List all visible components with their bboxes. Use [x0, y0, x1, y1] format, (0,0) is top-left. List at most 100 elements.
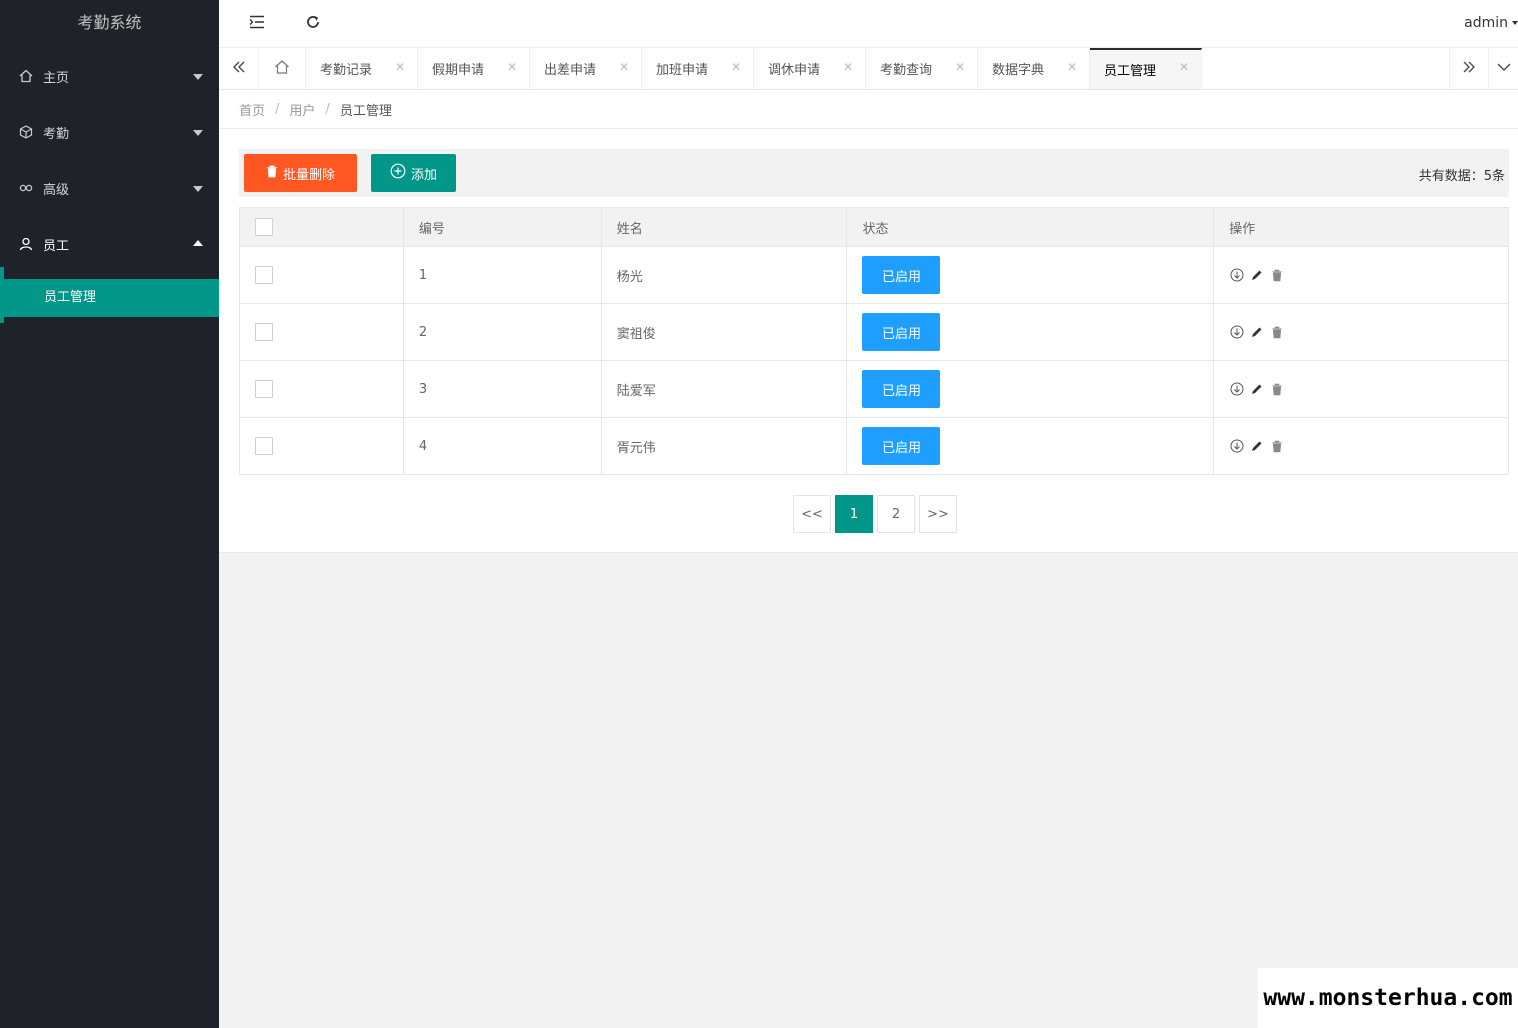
- select-all-checkbox[interactable]: [255, 218, 273, 236]
- download-icon[interactable]: [1229, 325, 1244, 340]
- edit-icon[interactable]: [1249, 325, 1264, 340]
- header-id: 编号: [402, 207, 602, 247]
- close-icon[interactable]: ✕: [1067, 60, 1077, 74]
- close-icon[interactable]: ✕: [395, 60, 405, 74]
- sidebar-item-staff[interactable]: 员工: [0, 216, 219, 272]
- page-button-1[interactable]: 1: [835, 495, 873, 533]
- download-icon[interactable]: [1229, 439, 1244, 454]
- tab-attendance-records[interactable]: 考勤记录 ✕: [306, 48, 418, 89]
- download-icon[interactable]: [1229, 382, 1244, 397]
- tab-comp-leave-request[interactable]: 调休申请 ✕: [754, 48, 866, 89]
- sidebar-item-home[interactable]: 主页: [0, 48, 219, 104]
- cell-status: 已启用: [846, 360, 1215, 418]
- status-toggle-button[interactable]: 已启用: [862, 370, 941, 408]
- breadcrumb-separator: /: [325, 101, 330, 117]
- row-checkbox[interactable]: [255, 437, 273, 455]
- trash-icon[interactable]: [1269, 325, 1284, 340]
- edit-icon[interactable]: [1249, 439, 1264, 454]
- status-toggle-button[interactable]: 已启用: [862, 313, 941, 351]
- tab-staff-management[interactable]: 员工管理 ✕: [1090, 48, 1202, 89]
- batch-delete-label: 批量删除: [282, 167, 335, 183]
- edit-icon[interactable]: [1249, 382, 1264, 397]
- cell-status: 已启用: [846, 417, 1215, 475]
- sidebar-item-label: 考勤: [43, 126, 70, 142]
- tabs-menu-button[interactable]: [1489, 48, 1518, 89]
- home-icon: [274, 59, 290, 79]
- tab-attendance-query[interactable]: 考勤查询 ✕: [866, 48, 978, 89]
- close-icon[interactable]: ✕: [843, 60, 853, 74]
- status-toggle-button[interactable]: 已启用: [862, 427, 941, 465]
- table-row: 4 胥元伟 已启用: [239, 417, 1509, 475]
- tab-label: 调休申请: [768, 63, 821, 78]
- breadcrumb-user[interactable]: 用户: [289, 100, 315, 119]
- tab-business-trip-request[interactable]: 出差申请 ✕: [530, 48, 642, 89]
- edit-icon[interactable]: [1249, 268, 1264, 283]
- close-icon[interactable]: ✕: [619, 60, 629, 74]
- trash-icon[interactable]: [1269, 382, 1284, 397]
- breadcrumb-home[interactable]: 首页: [239, 100, 265, 119]
- cell-id: 1: [402, 246, 602, 304]
- app-logo: 考勤系统: [77, 13, 142, 32]
- header-actions: 操作: [1213, 207, 1509, 247]
- plus-circle-icon: [390, 163, 406, 183]
- tab-overtime-request[interactable]: 加班申请 ✕: [642, 48, 754, 89]
- row-select-cell: [239, 246, 404, 304]
- close-icon[interactable]: ✕: [955, 60, 965, 74]
- add-button[interactable]: 添加: [371, 154, 456, 192]
- cell-status: 已启用: [846, 303, 1215, 361]
- close-icon[interactable]: ✕: [731, 60, 741, 74]
- trash-icon[interactable]: [1269, 268, 1284, 283]
- close-icon[interactable]: ✕: [507, 60, 517, 74]
- row-checkbox[interactable]: [255, 323, 273, 341]
- trash-icon[interactable]: [1269, 439, 1284, 454]
- download-icon[interactable]: [1229, 268, 1244, 283]
- status-toggle-button[interactable]: 已启用: [862, 256, 941, 294]
- sidebar-item-label: 主页: [43, 70, 70, 86]
- tab-leave-request[interactable]: 假期申请 ✕: [418, 48, 530, 89]
- tab-label: 假期申请: [432, 63, 485, 78]
- sidebar-subitem-staff-management[interactable]: 员工管理: [0, 279, 219, 317]
- chevron-up-icon: [193, 240, 203, 246]
- menu-collapse-button[interactable]: [246, 13, 268, 35]
- tabs-scroll-left-button[interactable]: [219, 48, 259, 89]
- row-checkbox[interactable]: [255, 266, 273, 284]
- main-panel: 批量删除 添加 共有数据：5条 编号 姓名 状态 操作 1 杨光 已启用 2 窦…: [219, 129, 1518, 553]
- cell-actions: [1213, 303, 1509, 361]
- cell-name: 陆爱军: [600, 360, 848, 418]
- staff-table: 编号 姓名 状态 操作 1 杨光 已启用 2 窦祖俊 已启用 3 陆爱军 已启用…: [239, 207, 1509, 475]
- row-select-cell: [239, 303, 404, 361]
- cell-name: 窦祖俊: [600, 303, 848, 361]
- double-chevron-left-icon: [232, 60, 246, 78]
- sidebar-item-attendance[interactable]: 考勤: [0, 104, 219, 160]
- table-row: 2 窦祖俊 已启用: [239, 303, 1509, 361]
- cell-actions: [1213, 417, 1509, 475]
- sidebar-item-advanced[interactable]: 高级: [0, 160, 219, 216]
- batch-delete-button[interactable]: 批量删除: [244, 154, 357, 192]
- page-button-2[interactable]: 2: [877, 495, 915, 533]
- tab-home[interactable]: [259, 48, 306, 89]
- cell-id: 4: [402, 417, 602, 475]
- user-menu[interactable]: admin: [1464, 15, 1518, 31]
- row-actions: [1229, 325, 1508, 340]
- tab-data-dictionary[interactable]: 数据字典 ✕: [978, 48, 1090, 89]
- breadcrumb-current: 员工管理: [339, 103, 392, 119]
- refresh-button[interactable]: [302, 13, 324, 35]
- close-icon[interactable]: ✕: [1179, 60, 1189, 74]
- tab-label: 员工管理: [1104, 64, 1157, 79]
- tab-label: 考勤查询: [880, 63, 933, 78]
- tabs-scroll-right-button[interactable]: [1449, 48, 1489, 89]
- row-select-cell: [239, 360, 404, 418]
- chevron-down-icon: [1497, 61, 1511, 76]
- row-checkbox[interactable]: [255, 380, 273, 398]
- table-header-row: 编号 姓名 状态 操作: [239, 207, 1509, 247]
- cell-actions: [1213, 360, 1509, 418]
- pagination: << 1 2 >>: [793, 495, 957, 533]
- next-page-button[interactable]: >>: [919, 495, 957, 533]
- menu-collapse-icon: [249, 15, 265, 33]
- prev-page-button[interactable]: <<: [793, 495, 831, 533]
- cube-icon: [19, 125, 33, 139]
- row-actions: [1229, 268, 1508, 283]
- table-row: 3 陆爱军 已启用: [239, 360, 1509, 418]
- user-icon: [19, 237, 33, 251]
- sidebar-item-label: 高级: [43, 182, 70, 198]
